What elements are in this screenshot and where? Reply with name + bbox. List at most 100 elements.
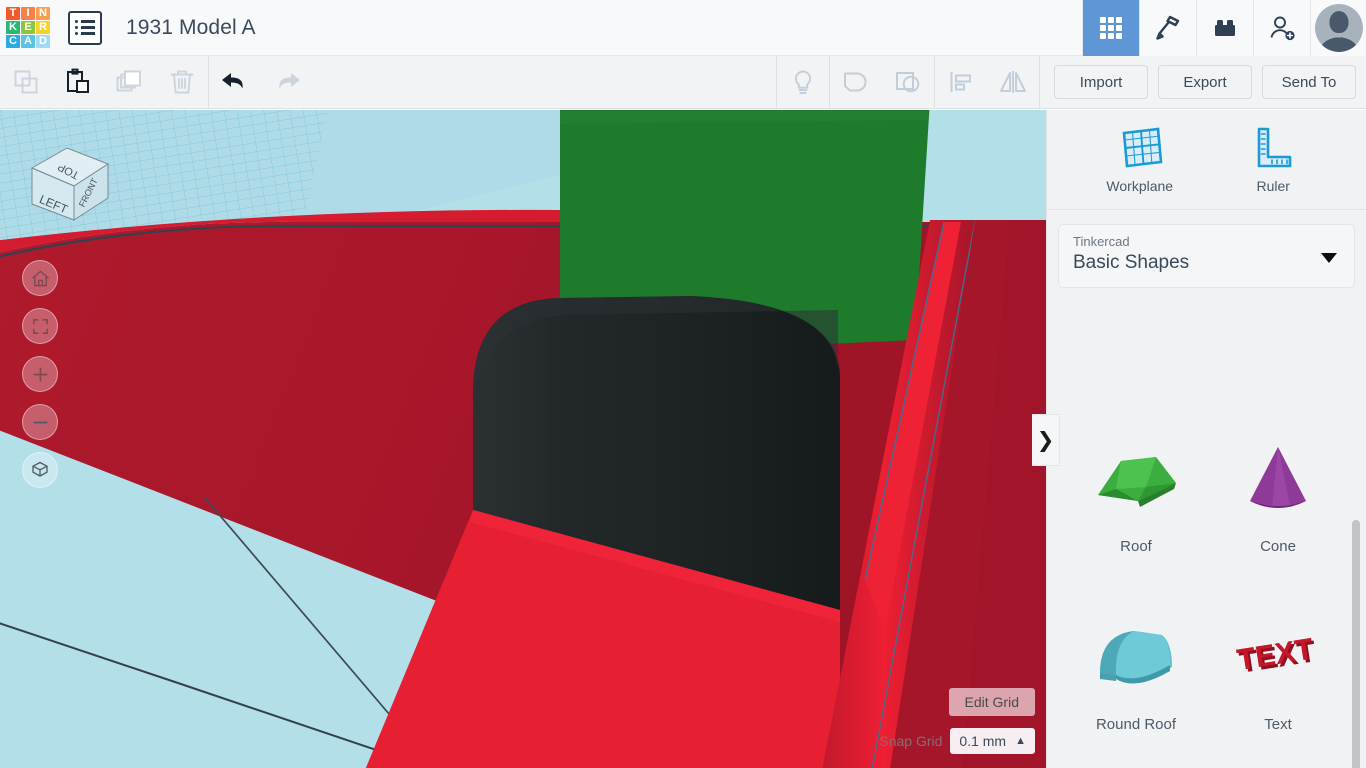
snap-grid-row: Snap Grid 0.1 mm ▲ [879, 728, 1035, 754]
workplane-tool[interactable]: Workplane [1085, 126, 1195, 194]
redo-arrow-icon[interactable] [261, 56, 313, 109]
logo-letter: N [36, 6, 50, 20]
round-roof-shape-icon [1100, 631, 1172, 684]
workplane-icon [1122, 127, 1163, 167]
logo-letter: T [6, 6, 20, 20]
logo-letter: E [21, 20, 35, 35]
ruler-icon [1257, 127, 1292, 167]
3d-viewport[interactable]: TOP LEFT FRONT Edit Grid Snap Grid 0.1 m… [0, 110, 1046, 768]
workplane-tool-label: Workplane [1106, 177, 1174, 194]
ungroup-shapes-icon[interactable] [882, 56, 934, 109]
group-glyph [844, 72, 867, 92]
align-icon[interactable] [935, 56, 987, 109]
svg-text:TEXT: TEXT [1235, 633, 1316, 678]
logo-letter: A [21, 35, 35, 49]
redo-glyph [279, 73, 300, 89]
group-shapes-icon[interactable] [830, 56, 882, 109]
delete-trash-icon[interactable] [156, 56, 208, 109]
text-shape-icon: TEXT TEXT [1235, 633, 1318, 680]
panel-scrollbar[interactable] [1352, 410, 1360, 768]
undo-arrow-icon[interactable] [209, 56, 261, 109]
person-plus-glyph [1270, 16, 1295, 40]
shape-grid: Roof Cone Round Roof TEXT TEXT Text [1047, 416, 1366, 768]
logo-letter: D [36, 35, 50, 49]
snap-grid-value: 0.1 mm [959, 733, 1007, 749]
codeblocks-hammer-icon[interactable] [1139, 0, 1196, 56]
minus-glyph [32, 421, 48, 423]
mirror-glyph [1000, 71, 1026, 93]
bricks-icon[interactable] [1196, 0, 1253, 56]
shape-round-roof-label: Round Roof [1095, 716, 1177, 733]
snap-grid-select[interactable]: 0.1 mm ▲ [950, 728, 1035, 754]
cube-arrow-glyph [32, 461, 48, 477]
duplicate-icon[interactable] [104, 56, 156, 109]
align-glyph [950, 72, 971, 92]
import-button[interactable]: Import [1054, 65, 1148, 99]
logo-letter: C [6, 35, 20, 49]
undo-glyph [222, 73, 243, 89]
app-header: T I N K E R C A D 1931 Model A [0, 0, 1366, 56]
edit-toolbar: Import Export Send To [0, 55, 1366, 109]
cone-shape-icon [1250, 447, 1306, 508]
duplicate-glyph [116, 70, 141, 92]
home-view-icon[interactable] [22, 260, 58, 296]
paste-glyph [67, 68, 89, 93]
toolbar-divider [1039, 55, 1040, 109]
export-button[interactable]: Export [1158, 65, 1252, 99]
shape-text-thumb: TEXT TEXT [1218, 604, 1338, 712]
list-menu-icon[interactable] [68, 10, 102, 45]
logo-letter: R [36, 20, 50, 35]
shape-library-collection: Basic Shapes [1073, 252, 1190, 273]
ungroup-glyph [896, 72, 920, 93]
shape-text[interactable]: TEXT TEXT Text [1207, 594, 1349, 768]
brick-glyph [1215, 19, 1235, 36]
shape-round-roof-thumb [1076, 604, 1196, 712]
lightbulb-glyph [794, 70, 812, 94]
zoom-in-icon[interactable] [22, 356, 58, 392]
copy-icon[interactable] [0, 56, 52, 109]
shape-roof[interactable]: Roof [1065, 416, 1207, 594]
roof-shape-icon [1098, 457, 1176, 507]
view-cube[interactable]: TOP LEFT FRONT [22, 132, 118, 228]
ruler-tool-label: Ruler [1256, 177, 1290, 194]
collapse-panel-button[interactable]: ❯ [1032, 414, 1060, 466]
fit-glyph [32, 318, 48, 334]
shape-library-select[interactable]: Tinkercad Basic Shapes [1058, 224, 1355, 288]
zoom-out-icon[interactable] [22, 404, 58, 440]
panel-tool-row: Workplane Ruler [1047, 110, 1366, 210]
shape-cone-label: Cone [1260, 538, 1296, 555]
snap-grid-label: Snap Grid [879, 733, 943, 749]
avatar[interactable] [1310, 0, 1366, 56]
hammer-glyph [1156, 15, 1180, 40]
caret-up-icon: ▲ [1015, 735, 1026, 747]
gallery-grid-icon[interactable] [1082, 0, 1139, 56]
tinkercad-logo[interactable]: T I N K E R C A D [0, 0, 56, 56]
logo-letter: K [6, 20, 20, 35]
logo-letter: I [21, 6, 35, 20]
chevron-down-icon [1321, 253, 1337, 263]
shapes-panel: Workplane Ruler Tinkercad Basic Shapes R… [1046, 110, 1366, 768]
3d-scene[interactable] [0, 110, 1046, 768]
trash-glyph [170, 70, 194, 94]
shape-round-roof[interactable]: Round Roof [1065, 594, 1207, 768]
edit-grid-button[interactable]: Edit Grid [948, 688, 1035, 716]
mirror-flip-icon[interactable] [987, 56, 1039, 109]
avatar-image [1314, 3, 1363, 52]
panel-scrollbar-thumb[interactable] [1352, 520, 1360, 768]
shape-roof-thumb [1076, 426, 1196, 534]
lightbulb-hint-icon[interactable] [777, 56, 829, 109]
shape-library-vendor: Tinkercad [1073, 234, 1130, 249]
ruler-tool[interactable]: Ruler [1218, 126, 1328, 194]
copy-glyph [14, 70, 38, 94]
gallery-grid-glyph [1100, 16, 1122, 39]
perspective-toggle-icon[interactable] [22, 452, 58, 488]
shape-roof-label: Roof [1120, 538, 1152, 555]
fit-to-view-icon[interactable] [22, 308, 58, 344]
send-to-button[interactable]: Send To [1262, 65, 1356, 99]
shape-cone[interactable]: Cone [1207, 416, 1349, 594]
logo-grid: T I N K E R C A D [6, 6, 50, 49]
home-glyph [31, 270, 49, 286]
page-title[interactable]: 1931 Model A [126, 16, 256, 40]
invite-person-icon[interactable] [1253, 0, 1310, 56]
paste-icon[interactable] [52, 56, 104, 109]
